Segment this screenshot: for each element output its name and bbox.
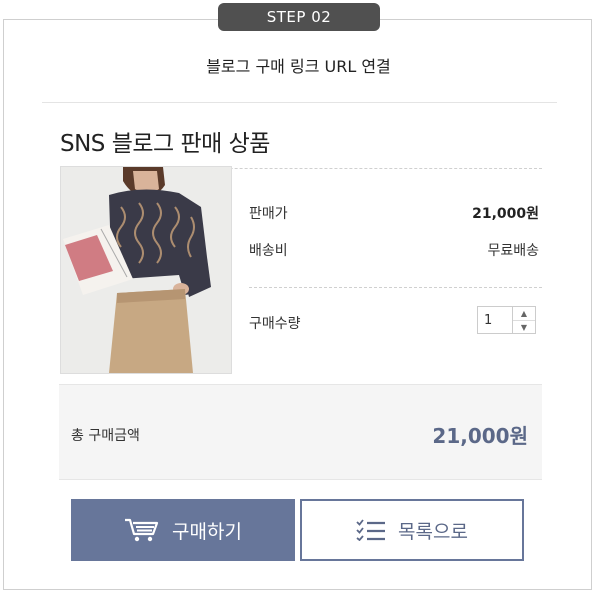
header-divider — [42, 102, 557, 103]
total-summary: 총 구매금액 21,000원 — [59, 384, 542, 480]
quantity-stepper: ▲ ▼ — [512, 306, 536, 334]
shipping-value: 무료배송 — [487, 243, 539, 259]
buy-button[interactable]: 구매하기 — [71, 499, 295, 561]
step-badge: STEP 02 — [218, 3, 380, 31]
quantity-label: 구매수량 — [249, 316, 301, 332]
list-button-label: 목록으로 — [398, 520, 468, 543]
quantity-decrease-button[interactable]: ▼ — [513, 321, 535, 334]
list-button[interactable]: 목록으로 — [300, 499, 524, 561]
total-label: 총 구매금액 — [71, 428, 140, 444]
cart-icon — [124, 517, 160, 543]
product-photo — [61, 167, 231, 373]
price-value: 21,000원 — [472, 206, 539, 222]
chevron-down-icon: ▼ — [520, 323, 528, 332]
buy-button-label: 구매하기 — [172, 520, 242, 543]
total-value: 21,000원 — [432, 424, 528, 448]
chevron-up-icon: ▲ — [520, 309, 528, 318]
shipping-label: 배송비 — [249, 243, 288, 259]
list-icon — [356, 519, 386, 541]
quantity-input[interactable]: 1 — [477, 306, 513, 334]
page-subtitle: 블로그 구매 링크 URL 연결 — [206, 57, 391, 76]
product-image[interactable] — [60, 166, 232, 374]
section-title: SNS 블로그 판매 상품 — [60, 131, 270, 157]
info-divider — [249, 287, 542, 288]
quantity-increase-button[interactable]: ▲ — [513, 307, 535, 321]
price-label: 판매가 — [249, 206, 288, 222]
